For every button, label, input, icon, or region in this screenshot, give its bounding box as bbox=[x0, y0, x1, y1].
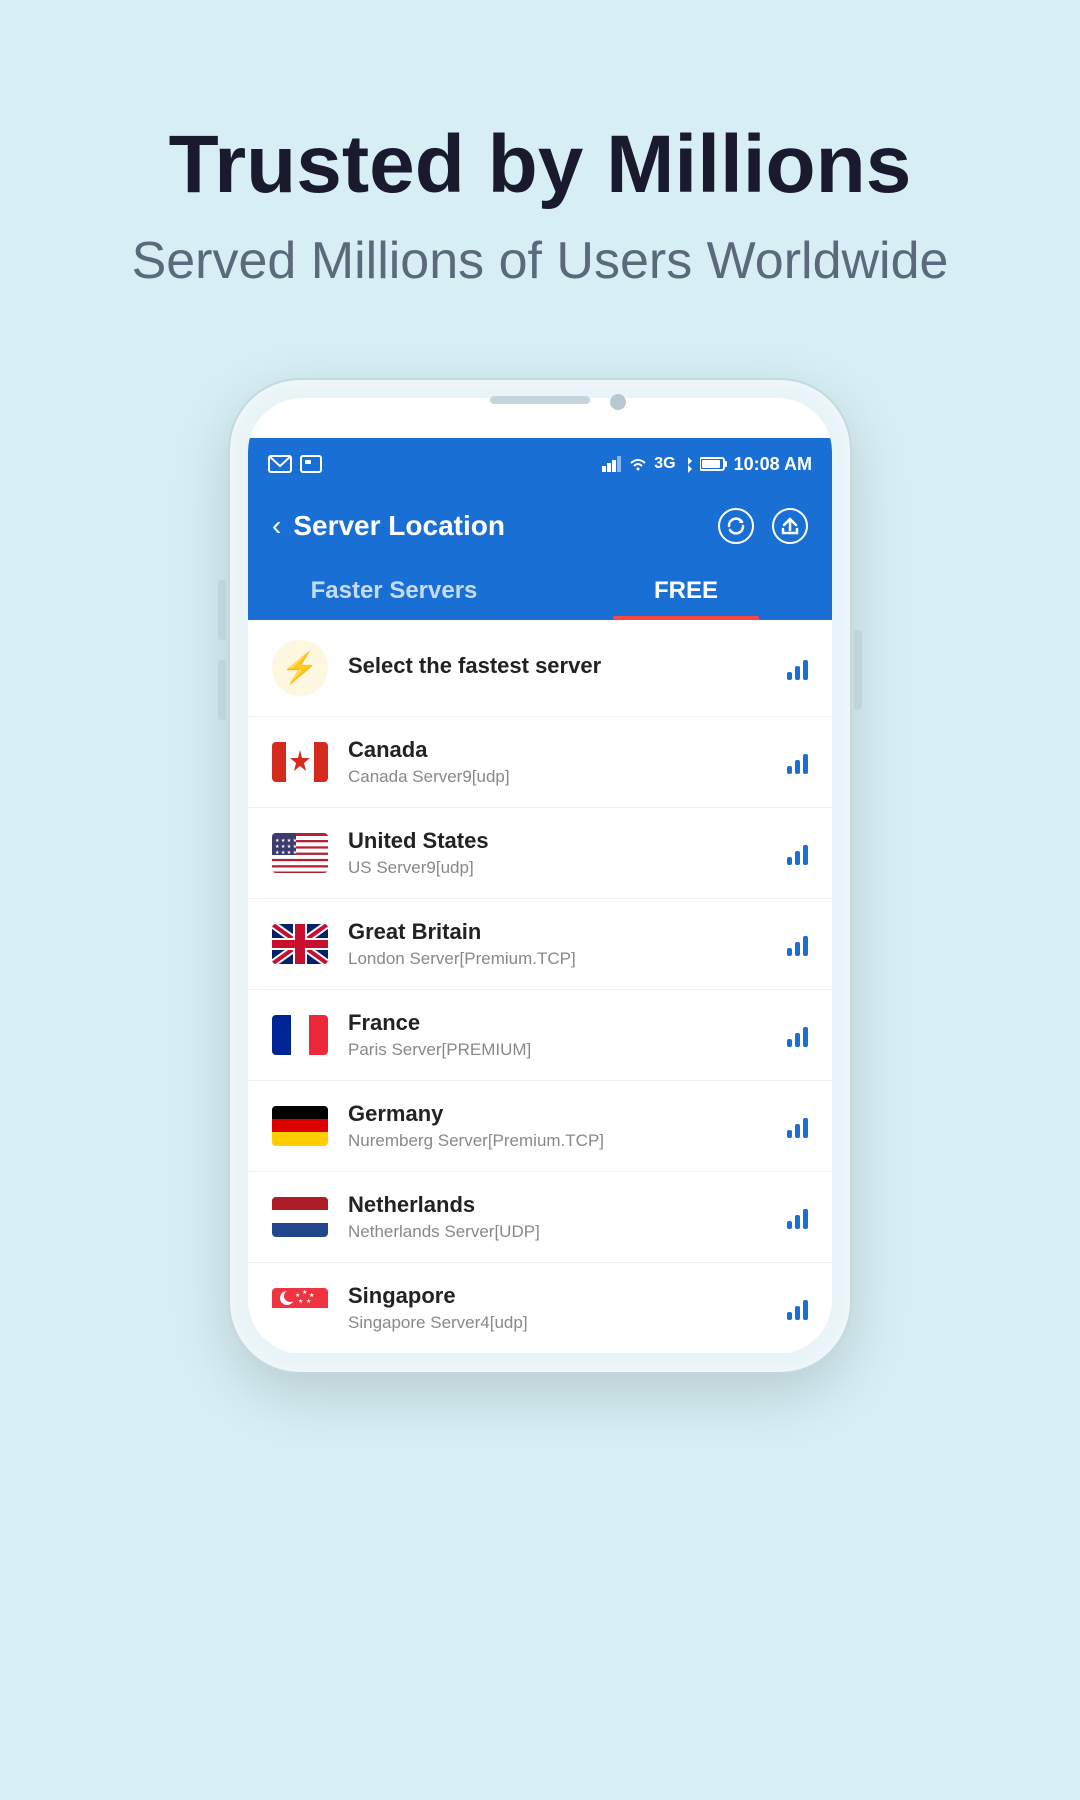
envelope-icon bbox=[268, 455, 292, 473]
server-info-canada: Canada Canada Server9[udp] bbox=[348, 737, 787, 787]
flag-netherlands bbox=[272, 1197, 328, 1237]
lightning-icon: ⚡ bbox=[272, 640, 328, 696]
server-detail-us: US Server9[udp] bbox=[348, 858, 787, 878]
share-button[interactable] bbox=[772, 508, 808, 544]
tab-free[interactable]: FREE bbox=[540, 562, 832, 620]
flag-singapore: ★ ★ ★ ★ ★ bbox=[272, 1288, 328, 1328]
server-item-germany[interactable]: Germany Nuremberg Server[Premium.TCP] bbox=[248, 1081, 832, 1172]
signal-bars-fastest bbox=[787, 656, 808, 680]
wifi-icon bbox=[628, 456, 648, 472]
tab-bar: Faster Servers FREE bbox=[248, 562, 832, 620]
signal-bars-singapore bbox=[787, 1296, 808, 1320]
signal-bars-us bbox=[787, 841, 808, 865]
server-name-us: United States bbox=[348, 828, 787, 854]
status-left-icons bbox=[268, 455, 322, 473]
server-item-france[interactable]: France Paris Server[PREMIUM] bbox=[248, 990, 832, 1081]
server-list: ⚡ Select the fastest server bbox=[248, 620, 832, 1354]
svg-text:★: ★ bbox=[295, 1292, 300, 1299]
battery-icon bbox=[700, 456, 728, 472]
flag-germany bbox=[272, 1106, 328, 1146]
share-icon bbox=[781, 517, 799, 535]
svg-text:★: ★ bbox=[309, 1292, 314, 1299]
server-info-gb: Great Britain London Server[Premium.TCP] bbox=[348, 919, 787, 969]
server-detail-france: Paris Server[PREMIUM] bbox=[348, 1040, 787, 1060]
server-detail-canada: Canada Server9[udp] bbox=[348, 767, 787, 787]
server-item-canada[interactable]: Canada Canada Server9[udp] bbox=[248, 717, 832, 808]
server-name-singapore: Singapore bbox=[348, 1283, 787, 1309]
svg-text:★: ★ bbox=[298, 1298, 303, 1305]
server-name-germany: Germany bbox=[348, 1101, 787, 1127]
signal-bars-canada bbox=[787, 750, 808, 774]
signal-icon bbox=[602, 456, 622, 472]
refresh-icon bbox=[727, 517, 745, 535]
server-detail-gb: London Server[Premium.TCP] bbox=[348, 949, 787, 969]
bluetooth-icon bbox=[682, 455, 694, 473]
signal-bars-germany bbox=[787, 1114, 808, 1138]
phone-mockup: 3G 10:08 AM ‹ Server Loca bbox=[230, 380, 850, 1372]
nav-bar: ‹ Server Location bbox=[248, 490, 832, 562]
back-button[interactable]: ‹ bbox=[272, 510, 281, 542]
status-bar: 3G 10:08 AM bbox=[248, 438, 832, 490]
signal-bars-netherlands bbox=[787, 1205, 808, 1229]
server-item-netherlands[interactable]: Netherlands Netherlands Server[UDP] bbox=[248, 1172, 832, 1263]
server-detail-netherlands: Netherlands Server[UDP] bbox=[348, 1222, 787, 1242]
server-item-fastest[interactable]: ⚡ Select the fastest server bbox=[248, 620, 832, 717]
server-detail-singapore: Singapore Server4[udp] bbox=[348, 1313, 787, 1333]
nav-title: Server Location bbox=[293, 510, 718, 542]
flag-us: ★ ★ ★ ★ ★ ★ ★ ★ ★ ★ ★ ★ bbox=[272, 833, 328, 873]
svg-text:★: ★ bbox=[302, 1289, 307, 1296]
signal-bars-gb bbox=[787, 932, 808, 956]
server-info-fastest: Select the fastest server bbox=[348, 653, 787, 683]
status-time: 10:08 AM bbox=[734, 454, 812, 475]
status-right-icons: 3G 10:08 AM bbox=[602, 454, 812, 475]
server-name-france: France bbox=[348, 1010, 787, 1036]
nav-action-icons bbox=[718, 508, 808, 544]
server-info-germany: Germany Nuremberg Server[Premium.TCP] bbox=[348, 1101, 787, 1151]
flag-canada bbox=[272, 742, 328, 782]
server-name-netherlands: Netherlands bbox=[348, 1192, 787, 1218]
refresh-button[interactable] bbox=[718, 508, 754, 544]
phone-camera bbox=[610, 394, 626, 410]
server-name-gb: Great Britain bbox=[348, 919, 787, 945]
server-info-singapore: Singapore Singapore Server4[udp] bbox=[348, 1283, 787, 1333]
phone-speaker bbox=[490, 396, 590, 404]
svg-text:★ ★ ★ ★: ★ ★ ★ ★ bbox=[275, 850, 298, 856]
signal-bars-france bbox=[787, 1023, 808, 1047]
server-detail-germany: Nuremberg Server[Premium.TCP] bbox=[348, 1131, 787, 1151]
svg-text:★: ★ bbox=[306, 1298, 311, 1305]
server-info-france: France Paris Server[PREMIUM] bbox=[348, 1010, 787, 1060]
network-type: 3G bbox=[654, 455, 675, 473]
sim-icon bbox=[300, 455, 322, 473]
flag-gb bbox=[272, 924, 328, 964]
server-info-netherlands: Netherlands Netherlands Server[UDP] bbox=[348, 1192, 787, 1242]
server-info-us: United States US Server9[udp] bbox=[348, 828, 787, 878]
sub-title: Served Millions of Users Worldwide bbox=[0, 230, 1080, 292]
server-item-us[interactable]: ★ ★ ★ ★ ★ ★ ★ ★ ★ ★ ★ ★ United States US… bbox=[248, 808, 832, 899]
server-name-canada: Canada bbox=[348, 737, 787, 763]
server-item-singapore[interactable]: ★ ★ ★ ★ ★ Singapore Singapore Server4[ud… bbox=[248, 1263, 832, 1354]
server-item-gb[interactable]: Great Britain London Server[Premium.TCP] bbox=[248, 899, 832, 990]
main-title: Trusted by Millions bbox=[0, 120, 1080, 210]
tab-faster-servers[interactable]: Faster Servers bbox=[248, 562, 540, 620]
server-name-fastest: Select the fastest server bbox=[348, 653, 787, 679]
flag-france bbox=[272, 1015, 328, 1055]
